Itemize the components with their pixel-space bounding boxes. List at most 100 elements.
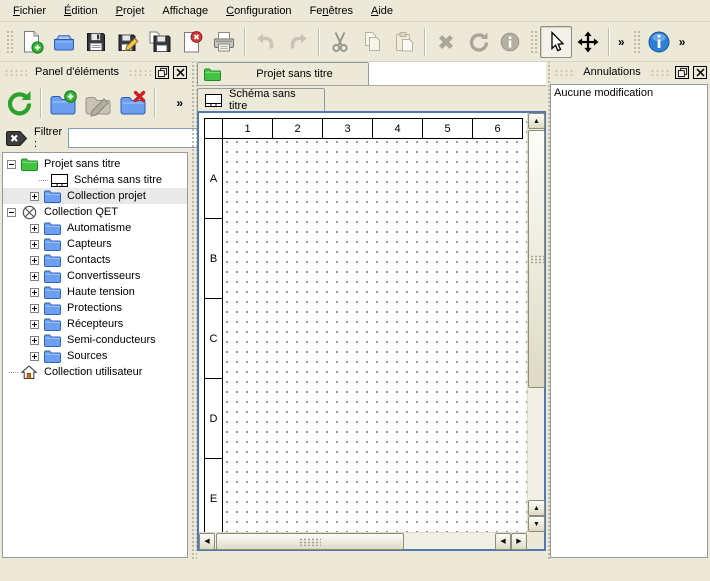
collapse-toggle[interactable]: [7, 160, 16, 169]
scroll-up-button[interactable]: ▲: [528, 500, 545, 516]
main-area: Panel d'éléments » Filtrer : Projet sans…: [0, 62, 710, 560]
scroll-left-button[interactable]: ◀: [495, 533, 511, 550]
about-qet-button[interactable]: [643, 26, 675, 58]
tab-projet-sans-titre[interactable]: Projet sans titre: [197, 62, 369, 85]
dock-float-button[interactable]: [675, 66, 689, 79]
tree-item-semi-conducteurs[interactable]: Semi-conducteurs: [3, 332, 187, 348]
tree-item-label: Récepteurs: [65, 318, 125, 330]
tree-item-recepteurs[interactable]: Récepteurs: [3, 316, 187, 332]
blue-folder-icon: [43, 301, 61, 315]
expand-toggle[interactable]: [30, 256, 39, 265]
undo-list-item[interactable]: Aucune modification: [554, 87, 704, 99]
scroll-down-button[interactable]: ▼: [528, 516, 545, 532]
expand-toggle[interactable]: [30, 224, 39, 233]
expand-toggle[interactable]: [30, 336, 39, 345]
menu-fenetres[interactable]: Fenêtres: [301, 2, 362, 20]
delete-category-button[interactable]: [117, 87, 149, 119]
scroll-left-button[interactable]: ◀: [199, 533, 215, 550]
expand-toggle[interactable]: [30, 192, 39, 201]
tree-item-schema-sans-titre[interactable]: Schéma sans titre: [3, 172, 187, 188]
menu-projet[interactable]: Projet: [107, 2, 154, 20]
tree-item-protections[interactable]: Protections: [3, 300, 187, 316]
green-folder-icon: [20, 157, 38, 171]
select-tool-button[interactable]: [540, 26, 572, 58]
rotate-button[interactable]: [462, 26, 494, 58]
tab-schema-sans-titre[interactable]: Schéma sans titre: [197, 88, 325, 111]
elements-panel-title: Panel d'éléments: [31, 66, 123, 78]
grid-row-header: D: [204, 378, 223, 459]
expand-toggle[interactable]: [30, 240, 39, 249]
paste-button[interactable]: [388, 26, 420, 58]
copy-icon: [360, 30, 384, 54]
open-document-button[interactable]: [48, 26, 80, 58]
toolbar-drag-handle[interactable]: [529, 29, 537, 55]
vertical-scrollbar[interactable]: ▲ ▲ ▼: [527, 113, 544, 532]
tree-item-contacts[interactable]: Contacts: [3, 252, 187, 268]
menu-fichier[interactable]: Fichier: [4, 2, 55, 20]
delete-button[interactable]: [430, 26, 462, 58]
toolbar-overflow-chevron[interactable]: »: [675, 35, 690, 49]
tree-item-projet-sans-titre[interactable]: Projet sans titre: [3, 156, 187, 172]
new-category-icon: [49, 89, 77, 117]
clear-filter-button[interactable]: [4, 129, 28, 148]
menu-aide[interactable]: Aide: [362, 2, 402, 20]
tree-item-capteurs[interactable]: Capteurs: [3, 236, 187, 252]
cut-button[interactable]: [324, 26, 356, 58]
save-all-button[interactable]: [144, 26, 176, 58]
new-document-button[interactable]: [16, 26, 48, 58]
close-file-button[interactable]: [176, 26, 208, 58]
new-category-button[interactable]: [47, 87, 79, 119]
horizontal-scroll-thumb[interactable]: [216, 533, 404, 550]
panel-toolbar-overflow-chevron[interactable]: »: [172, 96, 187, 110]
tree-item-collection-projet[interactable]: Collection projet: [3, 188, 187, 204]
toolbar-overflow-chevron[interactable]: »: [614, 35, 629, 49]
redo-button[interactable]: [282, 26, 314, 58]
tree-item-convertisseurs[interactable]: Convertisseurs: [3, 268, 187, 284]
dock-close-button[interactable]: [693, 66, 707, 79]
tree-item-haute-tension[interactable]: Haute tension: [3, 284, 187, 300]
copy-button[interactable]: [356, 26, 388, 58]
diagram-scene[interactable]: 1 2 3 4 5 6 A B C D E: [199, 113, 527, 532]
expand-toggle[interactable]: [30, 320, 39, 329]
blue-folder-icon: [43, 253, 61, 267]
pan-tool-button[interactable]: [572, 26, 604, 58]
menu-affichage[interactable]: Affichage: [153, 2, 217, 20]
undo-history-list[interactable]: Aucune modification: [550, 84, 708, 558]
save-as-button[interactable]: [112, 26, 144, 58]
splitter-left[interactable]: [190, 62, 197, 560]
tree-item-collection-utilisateur[interactable]: Collection utilisateur: [3, 364, 187, 380]
tree-item-collection-qet[interactable]: Collection QET: [3, 204, 187, 220]
tree-item-automatisme[interactable]: Automatisme: [3, 220, 187, 236]
dock-close-button[interactable]: [173, 66, 187, 79]
scroll-up-button[interactable]: ▲: [528, 113, 545, 129]
delete-category-icon: [119, 89, 147, 117]
horizontal-scrollbar[interactable]: ◀ ◀ ▶: [199, 532, 527, 549]
reload-collections-button[interactable]: [3, 87, 35, 119]
tree-item-sources[interactable]: Sources: [3, 348, 187, 364]
vertical-scroll-thumb[interactable]: [528, 130, 545, 388]
undo-panel-titlebar[interactable]: Annulations: [550, 62, 710, 82]
scroll-right-button[interactable]: ▶: [511, 533, 527, 550]
menu-edition[interactable]: Édition: [55, 2, 107, 20]
grid-row-header: B: [204, 218, 223, 299]
print-button[interactable]: [208, 26, 240, 58]
expand-toggle[interactable]: [30, 352, 39, 361]
expand-toggle[interactable]: [30, 288, 39, 297]
menu-configuration[interactable]: Configuration: [217, 2, 300, 20]
object-info-button[interactable]: [494, 26, 526, 58]
edit-category-button[interactable]: [82, 87, 114, 119]
dock-float-button[interactable]: [155, 66, 169, 79]
blue-folder-icon: [43, 317, 61, 331]
save-button[interactable]: [80, 26, 112, 58]
expand-toggle[interactable]: [30, 304, 39, 313]
tree-item-label: Collection projet: [65, 190, 148, 202]
undo-button[interactable]: [250, 26, 282, 58]
collapse-toggle[interactable]: [7, 208, 16, 217]
tree-item-label: Semi-conducteurs: [65, 334, 158, 346]
toolbar-drag-handle[interactable]: [632, 29, 640, 55]
blue-folder-icon: [43, 333, 61, 347]
expand-toggle[interactable]: [30, 272, 39, 281]
dock-title-texture: [3, 68, 27, 77]
toolbar-drag-handle[interactable]: [5, 29, 13, 55]
elements-panel-titlebar[interactable]: Panel d'éléments: [0, 62, 190, 82]
